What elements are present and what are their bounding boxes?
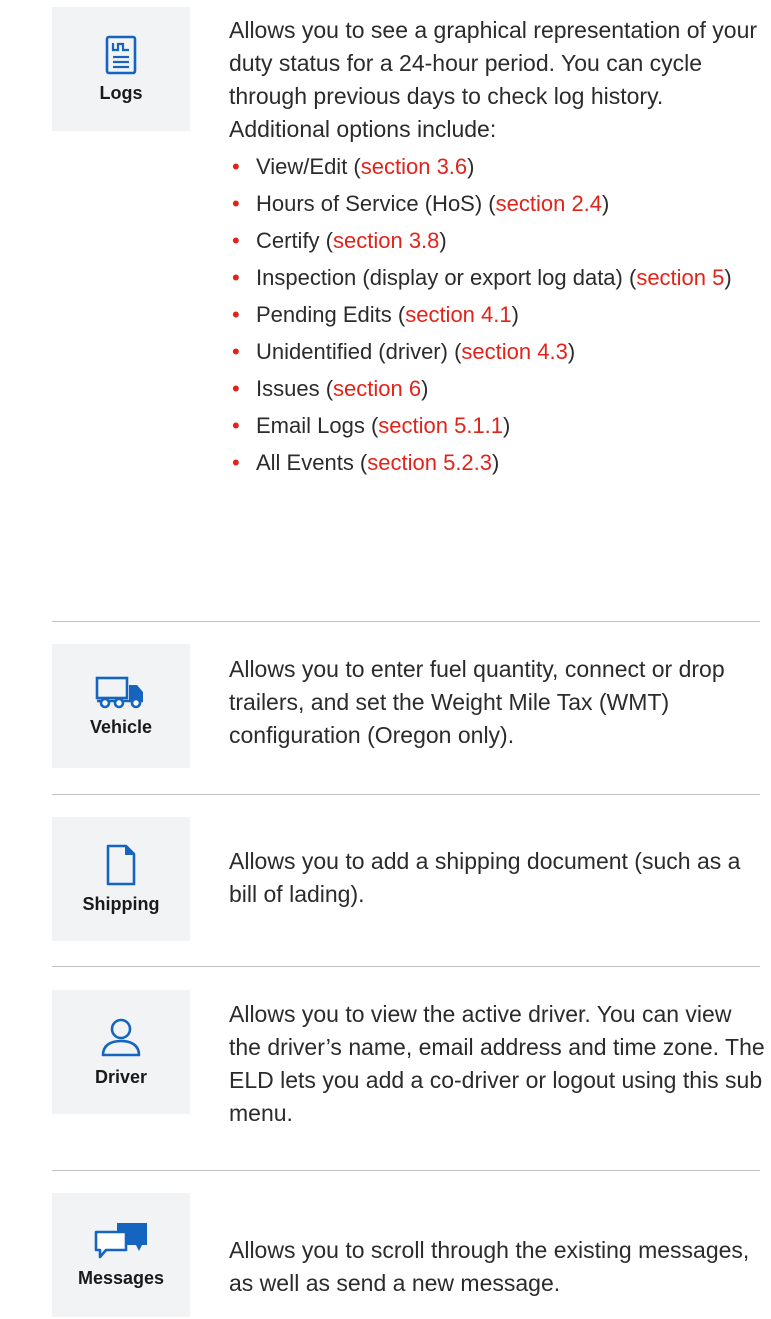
section-divider bbox=[52, 966, 760, 967]
list-item: • All Events (section 5.2.3) bbox=[232, 450, 500, 475]
bullet-icon: • bbox=[232, 413, 240, 438]
messages-tile[interactable]: Messages bbox=[52, 1193, 190, 1317]
bullet-icon: • bbox=[232, 450, 240, 475]
shipping-description: Allows you to add a shipping document (s… bbox=[229, 848, 741, 907]
bullet-icon: • bbox=[232, 228, 240, 253]
logs-options-list: • View/Edit (section 3.6) • Hours of Servi… bbox=[229, 152, 769, 477]
section-link[interactable]: section 6 bbox=[333, 376, 421, 401]
person-icon bbox=[99, 1017, 143, 1059]
vehicle-tile[interactable]: Vehicle bbox=[52, 644, 190, 768]
messages-description: Allows you to scroll through the existin… bbox=[229, 1237, 750, 1296]
bullet-icon: • bbox=[232, 302, 240, 327]
logs-label: Logs bbox=[99, 82, 143, 103]
driver-tile[interactable]: Driver bbox=[52, 990, 190, 1114]
messages-label: Messages bbox=[77, 1267, 165, 1288]
section-link[interactable]: section 2.4 bbox=[496, 191, 602, 216]
section-divider bbox=[52, 621, 760, 622]
menu-reference-page: Logs Allows you to see a graphical repre… bbox=[0, 0, 771, 1319]
list-item: • Pending Edits (section 4.1) bbox=[232, 302, 519, 327]
bullet-icon: • bbox=[232, 265, 240, 290]
section-divider bbox=[52, 1170, 760, 1171]
logs-description: Allows you to see a graphical representa… bbox=[229, 17, 758, 142]
document-icon bbox=[105, 844, 137, 886]
list-item: • Email Logs (section 5.1.1) bbox=[232, 413, 511, 438]
bullet-icon: • bbox=[232, 376, 240, 401]
section-link[interactable]: section 5 bbox=[636, 265, 724, 290]
truck-icon bbox=[95, 675, 147, 709]
logs-tile[interactable]: Logs bbox=[52, 7, 190, 131]
shipping-tile[interactable]: Shipping bbox=[52, 817, 190, 941]
list-item: • View/Edit (section 3.6) bbox=[232, 154, 475, 179]
driver-description: Allows you to view the active driver. Yo… bbox=[229, 1001, 765, 1126]
bullet-icon: • bbox=[232, 154, 240, 179]
vehicle-description: Allows you to enter fuel quantity, conne… bbox=[229, 656, 725, 748]
chat-bubbles-icon bbox=[93, 1222, 149, 1260]
logs-description-block: Allows you to see a graphical representa… bbox=[229, 14, 769, 485]
list-item: • Hours of Service (HoS) (section 2.4) bbox=[232, 191, 610, 216]
section-divider bbox=[52, 794, 760, 795]
section-link[interactable]: section 4.1 bbox=[405, 302, 511, 327]
driver-label: Driver bbox=[94, 1066, 148, 1087]
section-link[interactable]: section 3.8 bbox=[333, 228, 439, 253]
list-item: • Unidentified (driver) (section 4.3) bbox=[232, 339, 576, 364]
bullet-icon: • bbox=[232, 191, 240, 216]
section-link[interactable]: section 5.1.1 bbox=[378, 413, 503, 438]
shipping-label: Shipping bbox=[82, 893, 160, 914]
list-item: • Inspection (display or export log data)… bbox=[232, 265, 732, 290]
section-link[interactable]: section 4.3 bbox=[461, 339, 567, 364]
section-link[interactable]: section 3.6 bbox=[361, 154, 467, 179]
bullet-icon: • bbox=[232, 339, 240, 364]
vehicle-label: Vehicle bbox=[89, 716, 153, 737]
section-link[interactable]: section 5.2.3 bbox=[367, 450, 492, 475]
log-document-icon bbox=[104, 35, 138, 75]
list-item: • Issues (section 6) bbox=[232, 376, 429, 401]
list-item: • Certify (section 3.8) bbox=[232, 228, 447, 253]
